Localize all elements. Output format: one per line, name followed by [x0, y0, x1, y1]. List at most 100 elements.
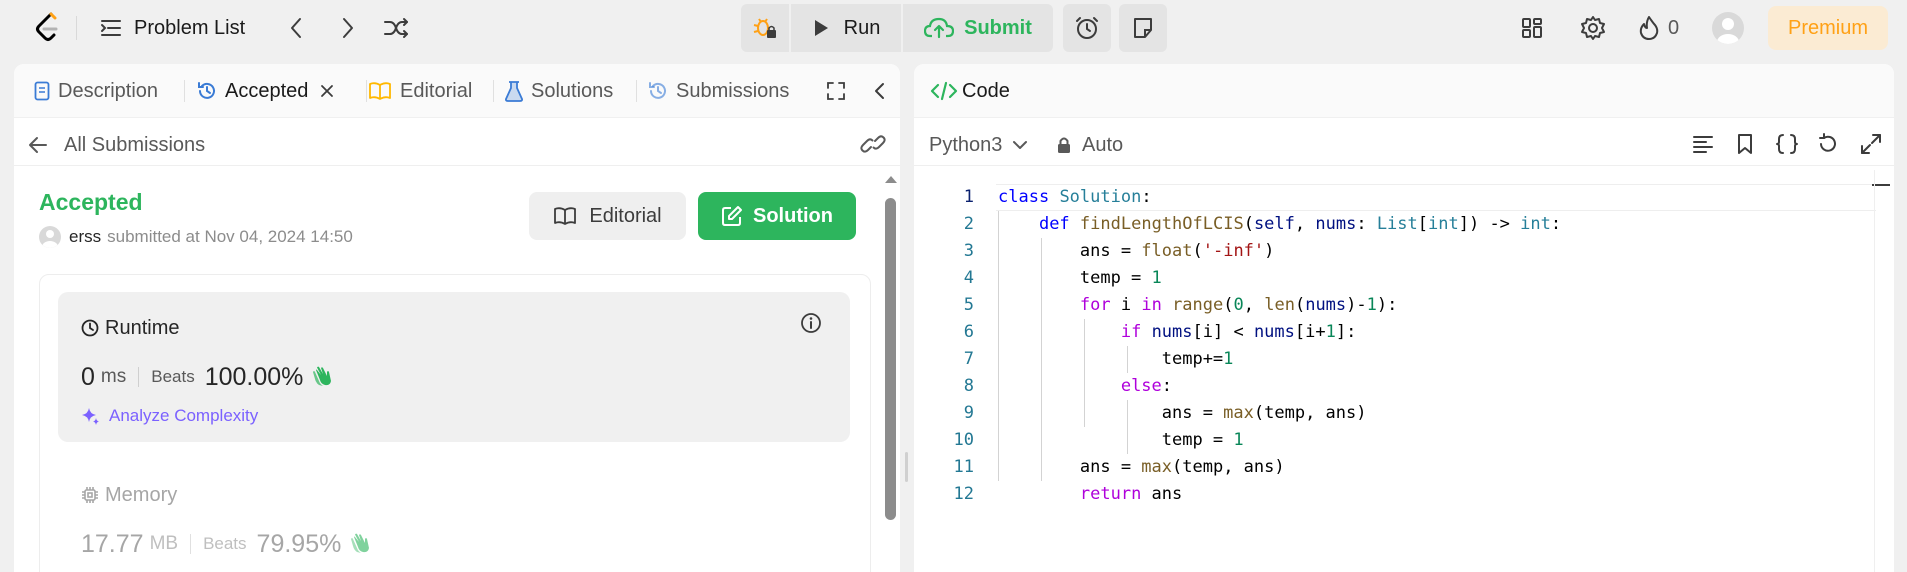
line-number: 5	[963, 295, 974, 315]
tab-solutions[interactable]: Solutions	[505, 64, 613, 118]
code-line[interactable]: 11 ans = max(temp, ans)	[914, 454, 1874, 481]
bug-lock-icon	[752, 15, 778, 41]
code-line[interactable]: 5 for i in range(0, len(nums)-1):	[914, 292, 1874, 319]
scrollbar-thumb[interactable]	[885, 198, 896, 520]
timer-button[interactable]	[1063, 4, 1111, 52]
code-text[interactable]: class Solution:	[998, 184, 1152, 211]
username[interactable]: erss	[69, 227, 101, 247]
prev-problem-icon[interactable]	[288, 16, 304, 40]
next-problem-icon[interactable]	[340, 16, 356, 40]
code-text[interactable]: if nums[i] < nums[i+1]:	[998, 319, 1357, 346]
book-icon	[368, 81, 392, 101]
line-number: 11	[953, 457, 974, 477]
scroll-up-arrow[interactable]	[884, 174, 898, 184]
code-line[interactable]: 12 return ans	[914, 481, 1874, 508]
editorial-button-label: Editorial	[589, 204, 662, 227]
edit-icon	[721, 205, 743, 227]
run-button[interactable]: Run	[791, 4, 901, 52]
format-lines-icon[interactable]	[1692, 134, 1714, 154]
code-text[interactable]: return ans	[998, 481, 1182, 508]
code-text[interactable]: temp = 1	[998, 427, 1244, 454]
runtime-value: 0	[81, 362, 95, 391]
tab-divider	[366, 80, 367, 102]
submitter-info: erss submitted at Nov 04, 2024 14:50	[39, 225, 353, 249]
solution-button[interactable]: Solution	[698, 192, 856, 240]
code-text[interactable]: temp = 1	[998, 265, 1162, 292]
clock-icon	[81, 319, 99, 337]
code-line[interactable]: 1 class Solution:	[914, 184, 1874, 211]
code-text[interactable]: else:	[998, 373, 1172, 400]
chevron-down-icon	[1012, 140, 1028, 150]
editorial-button[interactable]: Editorial	[529, 192, 686, 240]
premium-button[interactable]: Premium	[1768, 6, 1888, 50]
tab-submissions[interactable]: Submissions	[648, 64, 789, 118]
clapping-hands-icon	[349, 533, 373, 555]
submitted-time: submitted at Nov 04, 2024 14:50	[107, 227, 353, 246]
tab-accepted[interactable]: Accepted	[197, 64, 334, 118]
bookmark-icon[interactable]	[1736, 133, 1754, 155]
code-text[interactable]: for i in range(0, len(nums)-1):	[998, 292, 1397, 319]
code-line[interactable]: 8 else:	[914, 373, 1874, 400]
language-select[interactable]: Python3	[929, 130, 1028, 160]
code-text[interactable]: ans = max(temp, ans)	[998, 454, 1285, 481]
tab-editorial[interactable]: Editorial	[368, 64, 472, 118]
memory-title-row[interactable]: Memory	[81, 482, 177, 508]
reset-icon[interactable]	[1817, 133, 1839, 155]
avatar[interactable]	[1712, 12, 1744, 44]
settings-gear-icon[interactable]	[1580, 15, 1606, 41]
play-icon	[812, 18, 830, 38]
link-icon[interactable]	[860, 132, 886, 156]
code-text[interactable]: ans = float('-inf')	[998, 238, 1275, 265]
solution-button-label: Solution	[753, 204, 833, 227]
stat-divider	[138, 367, 140, 387]
code-line[interactable]: 7 temp+=1	[914, 346, 1874, 373]
code-line[interactable]: 10 temp = 1	[914, 427, 1874, 454]
collapse-panel-icon[interactable]	[872, 81, 886, 101]
flask-icon	[505, 80, 523, 102]
streak-counter[interactable]: 0	[1638, 15, 1679, 41]
line-number: 7	[963, 349, 974, 369]
problem-list-label: Problem List	[134, 16, 246, 39]
history-icon	[648, 81, 668, 101]
auto-mode[interactable]: Auto	[1056, 130, 1123, 160]
runtime-beats-value: 100.00%	[204, 362, 304, 391]
line-number: 3	[963, 241, 974, 261]
shuffle-icon[interactable]	[383, 16, 409, 40]
leetcode-logo[interactable]	[34, 12, 62, 44]
line-number: 6	[963, 322, 974, 342]
code-line[interactable]: 9 ans = max(temp, ans)	[914, 400, 1874, 427]
tab-description[interactable]: Description	[34, 64, 158, 118]
submission-status: Accepted	[39, 189, 143, 215]
code-line[interactable]: 6 if nums[i] < nums[i+1]:	[914, 319, 1874, 346]
code-line[interactable]: 2 def findLengthOfLCIS(self, nums: List[…	[914, 211, 1874, 238]
code-editor[interactable]: 1 class Solution: 2 def findLengthOfLCIS(s…	[914, 170, 1894, 572]
runtime-unit: ms	[100, 366, 127, 387]
notes-button[interactable]	[1119, 4, 1167, 52]
code-text[interactable]: temp+=1	[998, 346, 1234, 373]
tab-solutions-label: Solutions	[531, 79, 614, 102]
auto-mode-label: Auto	[1082, 133, 1124, 156]
analyze-complexity-link[interactable]: Analyze Complexity	[81, 405, 258, 427]
code-icon	[930, 80, 958, 102]
all-submissions-link[interactable]: All Submissions	[28, 128, 205, 162]
debug-button[interactable]	[741, 4, 789, 52]
tab-code[interactable]: Code	[930, 78, 1010, 104]
panel-resize-handle[interactable]	[905, 452, 908, 482]
code-text[interactable]: def findLengthOfLCIS(self, nums: List[in…	[998, 211, 1561, 238]
language-value: Python3	[929, 133, 1003, 156]
submit-button[interactable]: Submit	[903, 4, 1053, 52]
layout-icon[interactable]	[1520, 16, 1544, 40]
close-tab-icon[interactable]	[320, 84, 334, 98]
line-number: 4	[963, 268, 974, 288]
arrow-left-icon	[28, 136, 48, 154]
expand-icon[interactable]	[1860, 133, 1882, 155]
info-icon[interactable]	[800, 312, 822, 334]
maximize-icon[interactable]	[826, 81, 846, 101]
memory-stats-row[interactable]: 17.77 MB Beats 79.95%	[81, 526, 373, 562]
alarm-clock-icon	[1074, 15, 1100, 41]
code-line[interactable]: 4 temp = 1	[914, 265, 1874, 292]
code-line[interactable]: 3 ans = float('-inf')	[914, 238, 1874, 265]
problem-list-button[interactable]: Problem List	[100, 14, 245, 42]
code-text[interactable]: ans = max(temp, ans)	[998, 400, 1367, 427]
braces-icon[interactable]	[1775, 133, 1799, 155]
